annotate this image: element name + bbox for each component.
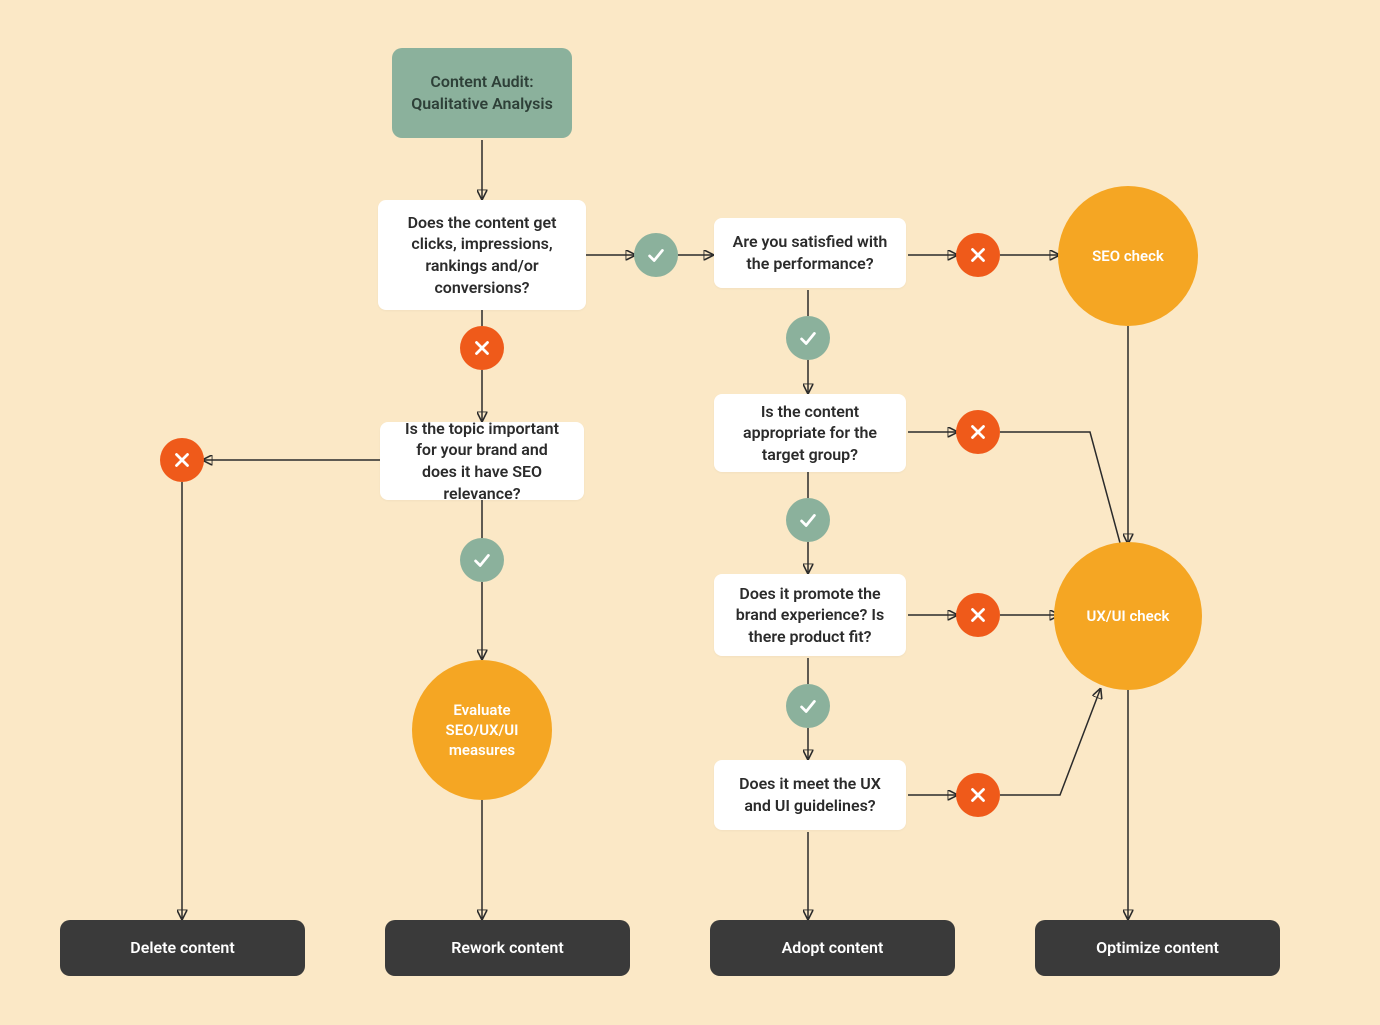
decision-q2: Is the topic important for your brand an… bbox=[380, 422, 584, 500]
cross-icon bbox=[956, 773, 1000, 817]
decision-q1: Does the content get clicks, impressions… bbox=[378, 200, 586, 310]
decision-q6-text: Does it meet the UX and UI guidelines? bbox=[732, 773, 888, 816]
outcome-rework-text: Rework content bbox=[451, 937, 563, 959]
process-seo-check-text: SEO check bbox=[1092, 246, 1164, 266]
check-icon bbox=[460, 538, 504, 582]
outcome-delete: Delete content bbox=[60, 920, 305, 976]
check-icon bbox=[786, 684, 830, 728]
process-evaluate: Evaluate SEO/UX/UI measures bbox=[412, 660, 552, 800]
outcome-adopt: Adopt content bbox=[710, 920, 955, 976]
outcome-delete-text: Delete content bbox=[130, 937, 234, 959]
process-seo-check: SEO check bbox=[1058, 186, 1198, 326]
flowchart-edges bbox=[0, 0, 1380, 1025]
check-icon bbox=[634, 233, 678, 277]
outcome-rework: Rework content bbox=[385, 920, 630, 976]
decision-q1-text: Does the content get clicks, impressions… bbox=[396, 212, 568, 298]
check-icon bbox=[786, 498, 830, 542]
process-evaluate-text: Evaluate SEO/UX/UI measures bbox=[422, 700, 542, 761]
cross-icon bbox=[956, 593, 1000, 637]
decision-q4-text: Is the content appropriate for the targe… bbox=[732, 401, 888, 466]
cross-icon bbox=[956, 233, 1000, 277]
decision-q3-text: Are you satisfied with the performance? bbox=[732, 231, 888, 274]
outcome-optimize: Optimize content bbox=[1035, 920, 1280, 976]
start-node: Content Audit: Qualitative Analysis bbox=[392, 48, 572, 138]
decision-q4: Is the content appropriate for the targe… bbox=[714, 394, 906, 472]
check-icon bbox=[786, 316, 830, 360]
process-uxui-check-text: UX/UI check bbox=[1087, 606, 1170, 626]
outcome-optimize-text: Optimize content bbox=[1096, 937, 1219, 959]
start-label: Content Audit: Qualitative Analysis bbox=[410, 71, 554, 114]
decision-q5: Does it promote the brand experience? Is… bbox=[714, 574, 906, 656]
decision-q6: Does it meet the UX and UI guidelines? bbox=[714, 760, 906, 830]
cross-icon bbox=[460, 326, 504, 370]
decision-q3: Are you satisfied with the performance? bbox=[714, 218, 906, 288]
cross-icon bbox=[160, 438, 204, 482]
cross-icon bbox=[956, 410, 1000, 454]
decision-q2-text: Is the topic important for your brand an… bbox=[398, 418, 566, 504]
process-uxui-check: UX/UI check bbox=[1054, 542, 1202, 690]
outcome-adopt-text: Adopt content bbox=[782, 937, 884, 959]
decision-q5-text: Does it promote the brand experience? Is… bbox=[732, 583, 888, 648]
